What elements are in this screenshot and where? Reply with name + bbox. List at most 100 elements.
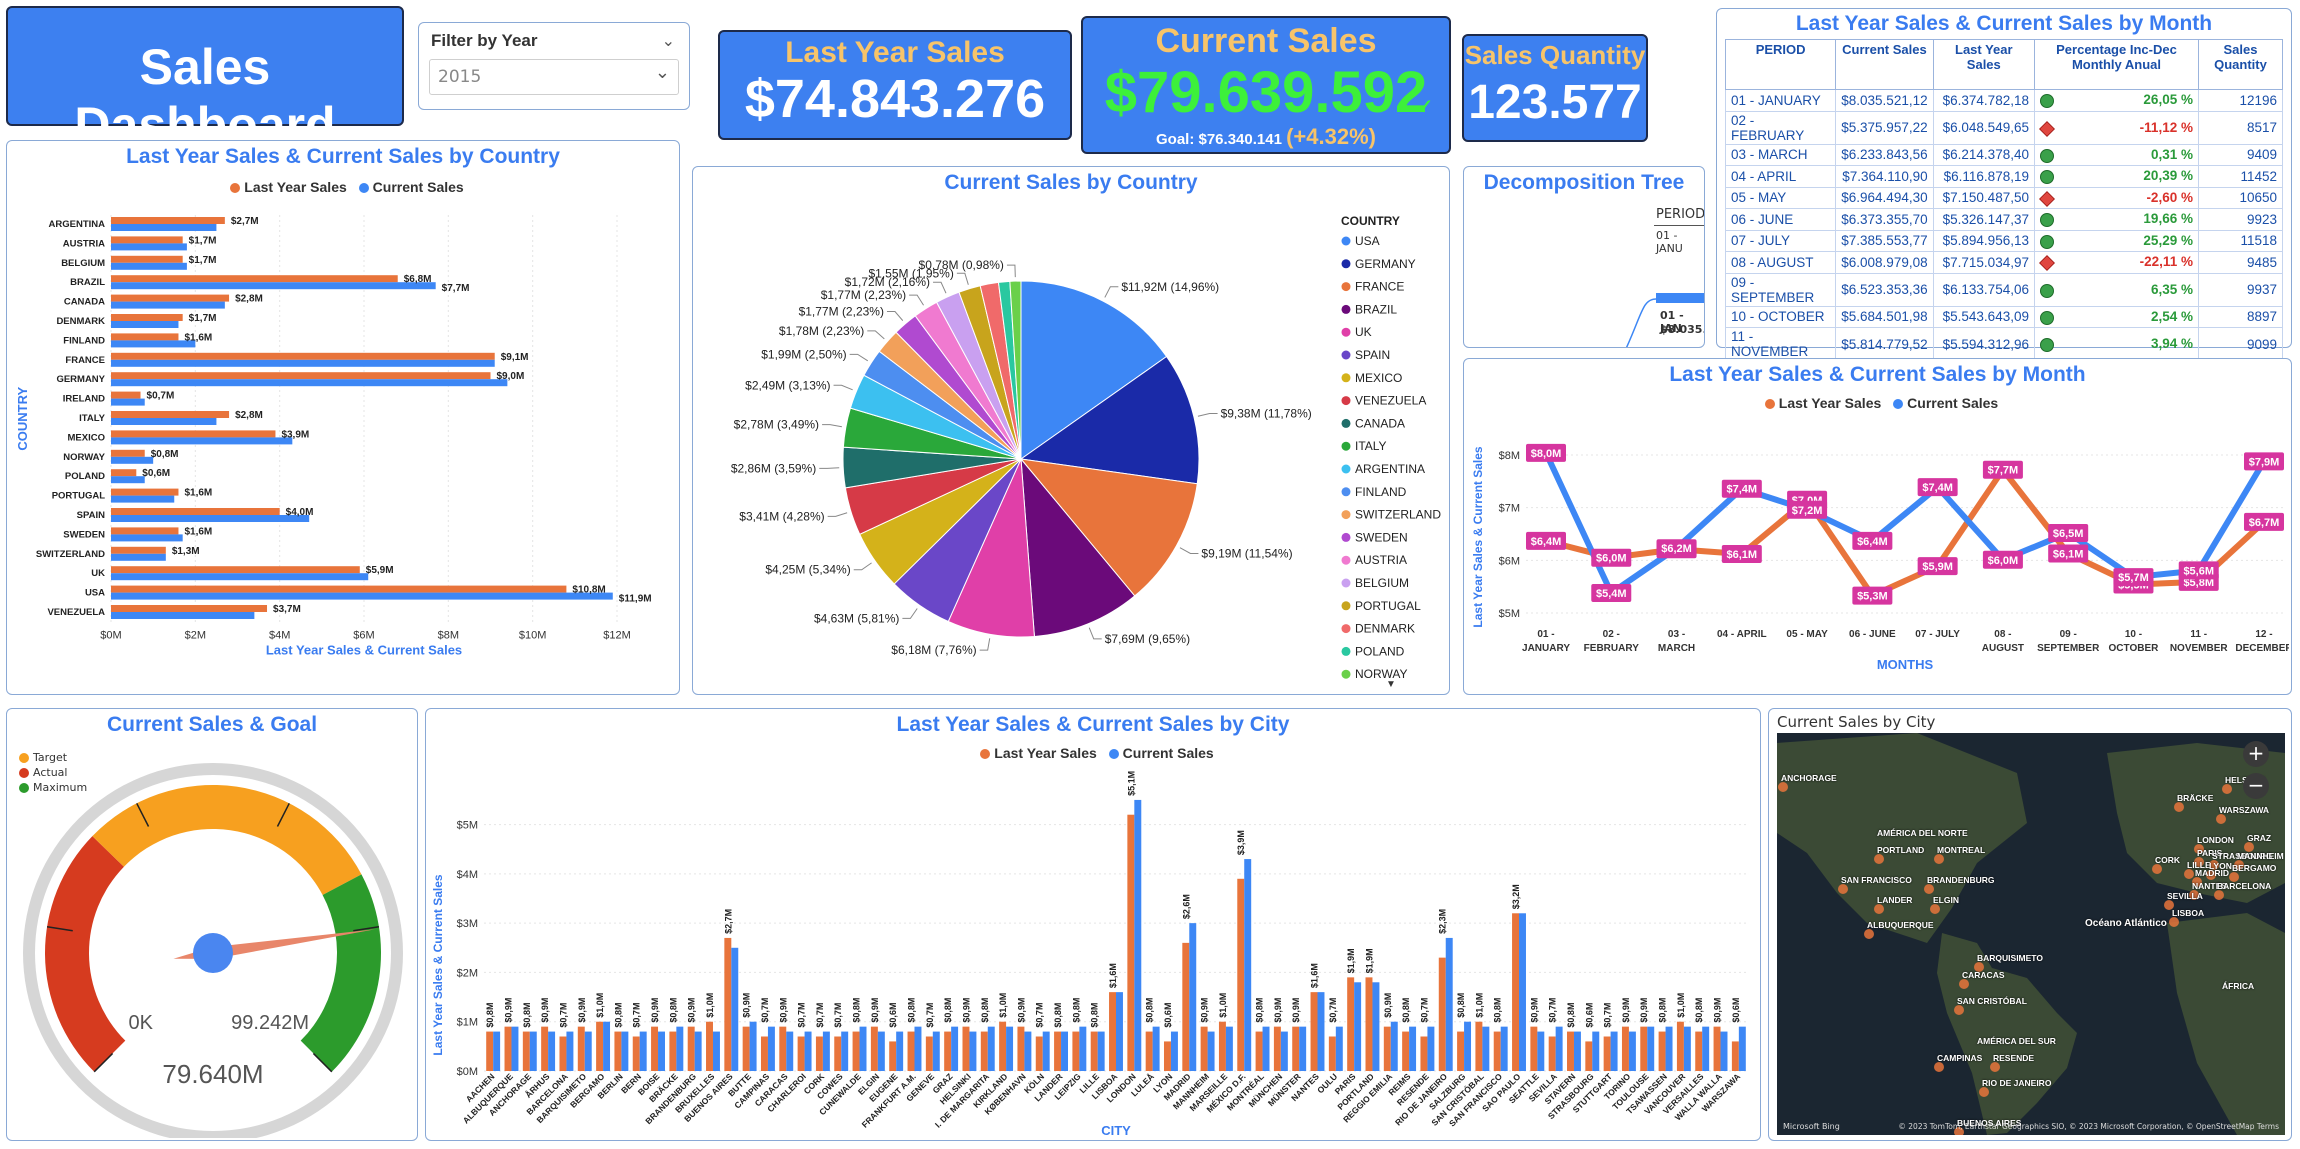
map-canvas[interactable]: ANCHORAGE AMÉRICA DEL NORTE PORTLAND MONTRE… <box>1777 733 2285 1135</box>
bar-last-year[interactable] <box>1475 1021 1483 1071</box>
bar-current[interactable] <box>111 282 436 290</box>
bar-last-year[interactable] <box>1493 1031 1501 1071</box>
city-bubble[interactable] <box>1934 1062 1944 1072</box>
city-bubble[interactable] <box>1838 884 1848 894</box>
bar-last-year[interactable] <box>111 566 360 574</box>
city-bubble[interactable] <box>1930 904 1940 914</box>
decomposition-item[interactable]: 01 - JANU <box>1656 229 1704 255</box>
bar-current[interactable] <box>1665 1026 1673 1071</box>
legend-item[interactable]: MEXICO <box>1355 371 1402 385</box>
bar-last-year[interactable] <box>111 236 183 244</box>
city-bubble[interactable] <box>2216 814 2226 824</box>
legend-item[interactable]: NORWAY <box>1355 667 1407 681</box>
bar-current[interactable] <box>111 359 495 367</box>
legend-item[interactable]: BRAZIL <box>1355 302 1397 316</box>
bar-last-year[interactable] <box>632 1036 640 1072</box>
bar-last-year[interactable] <box>1457 1031 1465 1071</box>
bar-current[interactable] <box>111 379 508 387</box>
bar-current[interactable] <box>1445 937 1453 1071</box>
bar-last-year[interactable] <box>870 1026 878 1071</box>
city-bubble[interactable] <box>1954 1005 1964 1015</box>
bar-last-year[interactable] <box>1695 1031 1703 1071</box>
bar-last-year[interactable] <box>111 333 179 341</box>
bar-current[interactable] <box>1372 982 1380 1071</box>
bar-current[interactable] <box>1482 1026 1490 1071</box>
bar-last-year[interactable] <box>111 430 276 438</box>
bar-current[interactable] <box>621 1031 629 1071</box>
bar-current[interactable] <box>1079 1026 1087 1071</box>
bar-last-year[interactable] <box>1273 1026 1281 1071</box>
bar-current[interactable] <box>1244 859 1252 1071</box>
legend-item[interactable]: DENMARK <box>1355 622 1415 636</box>
chevron-down-icon[interactable]: ⌄ <box>655 62 670 83</box>
bar-last-year[interactable] <box>1567 1031 1574 1071</box>
bar-last-year[interactable] <box>1603 1036 1611 1072</box>
bar-current[interactable] <box>896 1031 904 1071</box>
bar-current[interactable] <box>111 243 187 251</box>
bar-last-year[interactable] <box>111 294 230 302</box>
bar-current[interactable] <box>1262 1026 1270 1071</box>
bar-last-year[interactable] <box>1402 1031 1410 1071</box>
bar-last-year[interactable] <box>1328 1036 1336 1072</box>
bar-last-year[interactable] <box>760 1036 768 1072</box>
bar-current[interactable] <box>111 476 145 484</box>
bar-current[interactable] <box>1519 913 1526 1071</box>
line-current[interactable] <box>1543 451 2267 596</box>
city-bubble[interactable] <box>1864 929 1874 939</box>
table-header[interactable]: Percentage Inc-Dec Monthly Anual <box>2033 39 2199 90</box>
bar-current[interactable] <box>111 340 196 348</box>
bar-last-year[interactable] <box>1438 957 1446 1071</box>
bar-last-year[interactable] <box>779 1026 787 1071</box>
legend-item[interactable]: BELGIUM <box>1355 576 1409 590</box>
bar-current[interactable] <box>694 1031 702 1071</box>
bar-current[interactable] <box>111 301 225 309</box>
bar-current[interactable] <box>1006 1026 1014 1071</box>
bar-last-year[interactable] <box>1383 1026 1391 1071</box>
bar-last-year[interactable] <box>541 1026 549 1071</box>
bar-last-year[interactable] <box>669 1031 677 1071</box>
bar-last-year[interactable] <box>1218 1021 1226 1071</box>
bar-last-year[interactable] <box>1640 1026 1648 1071</box>
bar-last-year[interactable] <box>111 508 280 515</box>
bar-last-year[interactable] <box>1310 992 1318 1071</box>
bar-last-year[interactable] <box>1658 1031 1666 1071</box>
bar-current[interactable] <box>1317 992 1325 1071</box>
city-bubble[interactable] <box>1979 1087 1989 1097</box>
bar-current[interactable] <box>1280 1031 1288 1071</box>
bar-last-year[interactable] <box>1292 1026 1300 1071</box>
bar-last-year[interactable] <box>1676 1021 1684 1071</box>
bar-last-year[interactable] <box>522 1031 530 1071</box>
bar-current[interactable] <box>1702 1026 1710 1071</box>
bar-last-year[interactable] <box>1145 1031 1153 1071</box>
bar-last-year[interactable] <box>944 1031 952 1071</box>
legend-item[interactable]: ITALY <box>1355 439 1387 453</box>
legend-item[interactable]: ARGENTINA <box>1355 462 1425 476</box>
bar-last-year[interactable] <box>486 1031 494 1071</box>
bar-last-year[interactable] <box>111 255 183 263</box>
bar-current[interactable] <box>804 1031 812 1071</box>
bar-current[interactable] <box>511 1026 519 1071</box>
year-filter[interactable]: Filter by Year ⌄ 2015 ⌄ <box>418 22 690 110</box>
zoom-out-button[interactable]: − <box>2243 773 2269 799</box>
bar-last-year[interactable] <box>111 391 141 399</box>
bar-current[interactable] <box>1097 1031 1105 1071</box>
legend-item[interactable]: USA <box>1355 234 1380 248</box>
legend-item[interactable]: PORTUGAL <box>1355 599 1421 613</box>
city-bubble[interactable] <box>1874 904 1884 914</box>
bar-current[interactable] <box>111 612 255 619</box>
bar-current[interactable] <box>1500 1026 1508 1071</box>
bar-last-year[interactable] <box>596 1021 604 1071</box>
legend-scroll-down-icon[interactable]: ▼ <box>1386 679 1396 690</box>
legend-item[interactable]: UK <box>1355 325 1372 339</box>
bar-current[interactable] <box>841 1031 849 1071</box>
city-bubble[interactable] <box>1924 884 1934 894</box>
bar-last-year[interactable] <box>1163 1041 1171 1071</box>
bar-current[interactable] <box>1207 1031 1215 1071</box>
bar-current[interactable] <box>859 1026 867 1071</box>
bar-current[interactable] <box>603 1021 611 1071</box>
legend-item[interactable]: GERMANY <box>1355 257 1416 271</box>
bar-current[interactable] <box>111 592 613 600</box>
bar-current[interactable] <box>1042 1031 1050 1071</box>
bar-last-year[interactable] <box>962 1026 970 1071</box>
bar-current[interactable] <box>1134 799 1142 1071</box>
